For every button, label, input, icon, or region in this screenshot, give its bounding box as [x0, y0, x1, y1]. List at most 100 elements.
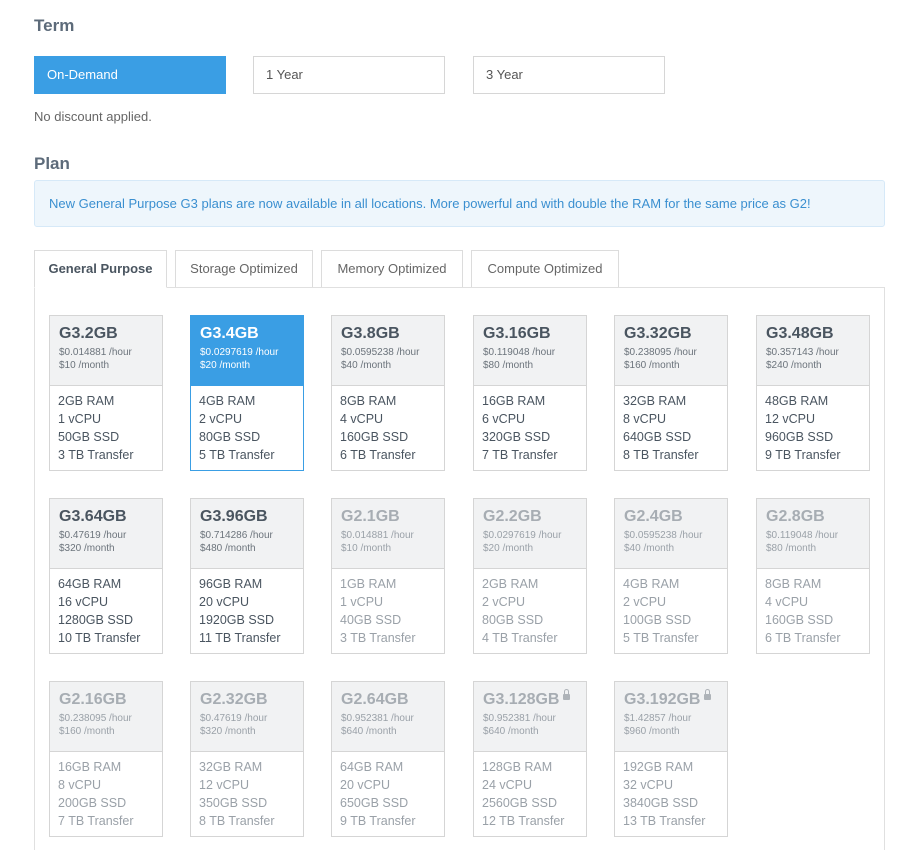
plan-disk: 50GB SSD: [58, 430, 120, 444]
plan-cpu: 4 vCPU: [765, 595, 809, 609]
plan-monthly-price: $480 /month: [200, 543, 256, 554]
tab-general-purpose[interactable]: General Purpose: [34, 250, 167, 288]
plan-name-text: G3.16GB: [483, 325, 551, 342]
plan-cpu: 20 vCPU: [199, 595, 250, 609]
plan-card-header: G3.64GB $0.47619 /hour $320 /month: [50, 499, 162, 569]
plan-card[interactable]: G2.32GB $0.47619 /hour $320 /month 32GB RAM…: [190, 681, 304, 837]
plan-card[interactable]: G2.2GB $0.0297619 /hour $20 /month 2GB RAM 2…: [473, 498, 587, 654]
plan-card[interactable]: G3.96GB $0.714286 /hour $480 /month 96GB RA…: [190, 498, 304, 654]
plan-ram: 64GB RAM: [58, 577, 122, 591]
plan-ram: 128GB RAM: [482, 760, 553, 774]
plan-cpu: 8 vCPU: [58, 778, 102, 792]
plan-card[interactable]: G2.4GB $0.0595238 /hour $40 /month 4GB RAM 2…: [614, 498, 728, 654]
plan-transfer: 9 TB Transfer: [340, 814, 416, 828]
plan-cpu: 12 vCPU: [199, 778, 250, 792]
plan-heading: Plan: [34, 154, 70, 173]
term-on-demand-button[interactable]: On-Demand: [34, 56, 226, 94]
plan-ram: 4GB RAM: [199, 394, 256, 408]
plan-ram: 16GB RAM: [482, 394, 546, 408]
plan-hourly-price: $1.42857 /hour: [624, 713, 692, 724]
plan-card[interactable]: G3.48GB $0.357143 /hour $240 /month 48GB RA…: [756, 315, 870, 471]
plan-transfer: 7 TB Transfer: [482, 448, 558, 462]
plan-hourly-price: $0.238095 /hour: [59, 713, 132, 724]
plan-disk: 200GB SSD: [58, 796, 127, 810]
plan-name: G2.16GB: [59, 691, 162, 709]
plan-specs: 16GB RAM 6 vCPU 320GB SSD 7 TB Transfer: [474, 386, 586, 464]
tab-storage-optimized[interactable]: Storage Optimized: [175, 250, 313, 288]
plan-ram: 192GB RAM: [623, 760, 694, 774]
plan-name: G2.8GB: [766, 508, 869, 526]
plan-card[interactable]: G2.1GB $0.014881 /hour $10 /month 1GB RAM 1 …: [331, 498, 445, 654]
plan-hourly-price: $0.119048 /hour: [766, 530, 839, 541]
plan-name: G3.128GB: [483, 689, 586, 709]
tab-memory-optimized[interactable]: Memory Optimized: [321, 250, 463, 288]
plan-hourly-price: $0.714286 /hour: [200, 530, 273, 541]
plan-monthly-price: $320 /month: [59, 543, 115, 554]
plan-hourly-price: $0.47619 /hour: [200, 713, 268, 724]
plan-cpu: 16 vCPU: [58, 595, 109, 609]
plan-name: G3.8GB: [341, 325, 444, 343]
plan-name: G3.96GB: [200, 508, 303, 526]
plan-specs: 32GB RAM 8 vCPU 640GB SSD 8 TB Transfer: [615, 386, 727, 464]
plan-card-header: G3.128GB $0.952381 /hour $640 /month: [474, 682, 586, 752]
plan-card-header: G2.4GB $0.0595238 /hour $40 /month: [615, 499, 727, 569]
plan-name: G2.1GB: [341, 508, 444, 526]
plan-ram: 1GB RAM: [340, 577, 397, 591]
plan-disk: 1920GB SSD: [199, 613, 275, 627]
plan-monthly-price: $20 /month: [483, 543, 534, 554]
plan-monthly-price: $20 /month: [200, 360, 251, 371]
plan-specs: 128GB RAM 24 vCPU 2560GB SSD 12 TB Transfer: [474, 752, 586, 830]
plan-name: G2.32GB: [200, 691, 303, 709]
plan-card[interactable]: G2.16GB $0.238095 /hour $160 /month 16GB RA…: [49, 681, 163, 837]
plan-card[interactable]: G3.16GB $0.119048 /hour $80 /month 16GB RAM…: [473, 315, 587, 471]
tab-compute-optimized[interactable]: Compute Optimized: [471, 250, 619, 288]
plan-disk: 320GB SSD: [482, 430, 551, 444]
plan-monthly-price: $240 /month: [766, 360, 822, 371]
plan-monthly-price: $640 /month: [483, 726, 539, 737]
plan-monthly-price: $80 /month: [766, 543, 817, 554]
plan-disk: 100GB SSD: [623, 613, 692, 627]
plan-transfer: 3 TB Transfer: [340, 631, 416, 645]
plan-name-text: G3.4GB: [200, 325, 259, 342]
plan-disk: 80GB SSD: [482, 613, 544, 627]
plan-disk: 350GB SSD: [199, 796, 268, 810]
plan-name-text: G2.1GB: [341, 508, 400, 525]
plan-ram: 2GB RAM: [58, 394, 115, 408]
plan-cpu: 2 vCPU: [623, 595, 667, 609]
plan-card-header: G3.2GB $0.014881 /hour $10 /month: [50, 316, 162, 386]
plan-specs: 32GB RAM 12 vCPU 350GB SSD 8 TB Transfer: [191, 752, 303, 830]
term-1-year-button[interactable]: 1 Year: [253, 56, 445, 94]
plan-card[interactable]: G3.128GB $0.952381 /hour $640 /month 128GB …: [473, 681, 587, 837]
plan-card[interactable]: G3.192GB $1.42857 /hour $960 /month 192GB R…: [614, 681, 728, 837]
plan-card-header: G3.192GB $1.42857 /hour $960 /month: [615, 682, 727, 752]
term-3-year-button[interactable]: 3 Year: [473, 56, 665, 94]
plan-card-header: G2.8GB $0.119048 /hour $80 /month: [757, 499, 869, 569]
plan-ram: 32GB RAM: [623, 394, 687, 408]
plan-specs: 64GB RAM 20 vCPU 650GB SSD 9 TB Transfer: [332, 752, 444, 830]
plan-specs: 64GB RAM 16 vCPU 1280GB SSD 10 TB Transfer: [50, 569, 162, 647]
plan-name: G3.4GB: [200, 325, 303, 343]
plan-monthly-price: $40 /month: [341, 360, 392, 371]
plan-disk: 160GB SSD: [340, 430, 409, 444]
plan-card[interactable]: G3.2GB $0.014881 /hour $10 /month 2GB RAM 1 …: [49, 315, 163, 471]
plan-specs: 192GB RAM 32 vCPU 3840GB SSD 13 TB Transfer: [615, 752, 727, 830]
plan-monthly-price: $640 /month: [341, 726, 397, 737]
plan-card[interactable]: G3.64GB $0.47619 /hour $320 /month 64GB RAM…: [49, 498, 163, 654]
plan-monthly-price: $960 /month: [624, 726, 680, 737]
plan-name: G3.192GB: [624, 689, 727, 709]
plan-specs: 48GB RAM 12 vCPU 960GB SSD 9 TB Transfer: [757, 386, 869, 464]
lock-icon: [563, 689, 571, 700]
plan-specs: 1GB RAM 1 vCPU 40GB SSD 3 TB Transfer: [332, 569, 444, 647]
plan-card[interactable]: G2.64GB $0.952381 /hour $640 /month 64GB RA…: [331, 681, 445, 837]
plan-cpu: 2 vCPU: [199, 412, 243, 426]
plan-hourly-price: $0.0297619 /hour: [483, 530, 562, 541]
plan-disk: 40GB SSD: [340, 613, 402, 627]
plan-disk: 650GB SSD: [340, 796, 409, 810]
plan-card[interactable]: G2.8GB $0.119048 /hour $80 /month 8GB RAM 4 …: [756, 498, 870, 654]
plan-cpu: 2 vCPU: [482, 595, 526, 609]
plan-card[interactable]: G3.4GB $0.0297619 /hour $20 /month 4GB RAM 2…: [190, 315, 304, 471]
plan-card[interactable]: G3.8GB $0.0595238 /hour $40 /month 8GB RAM 4…: [331, 315, 445, 471]
plan-monthly-price: $160 /month: [59, 726, 115, 737]
plan-notice-banner: New General Purpose G3 plans are now ava…: [34, 180, 885, 227]
plan-card[interactable]: G3.32GB $0.238095 /hour $160 /month 32GB RA…: [614, 315, 728, 471]
